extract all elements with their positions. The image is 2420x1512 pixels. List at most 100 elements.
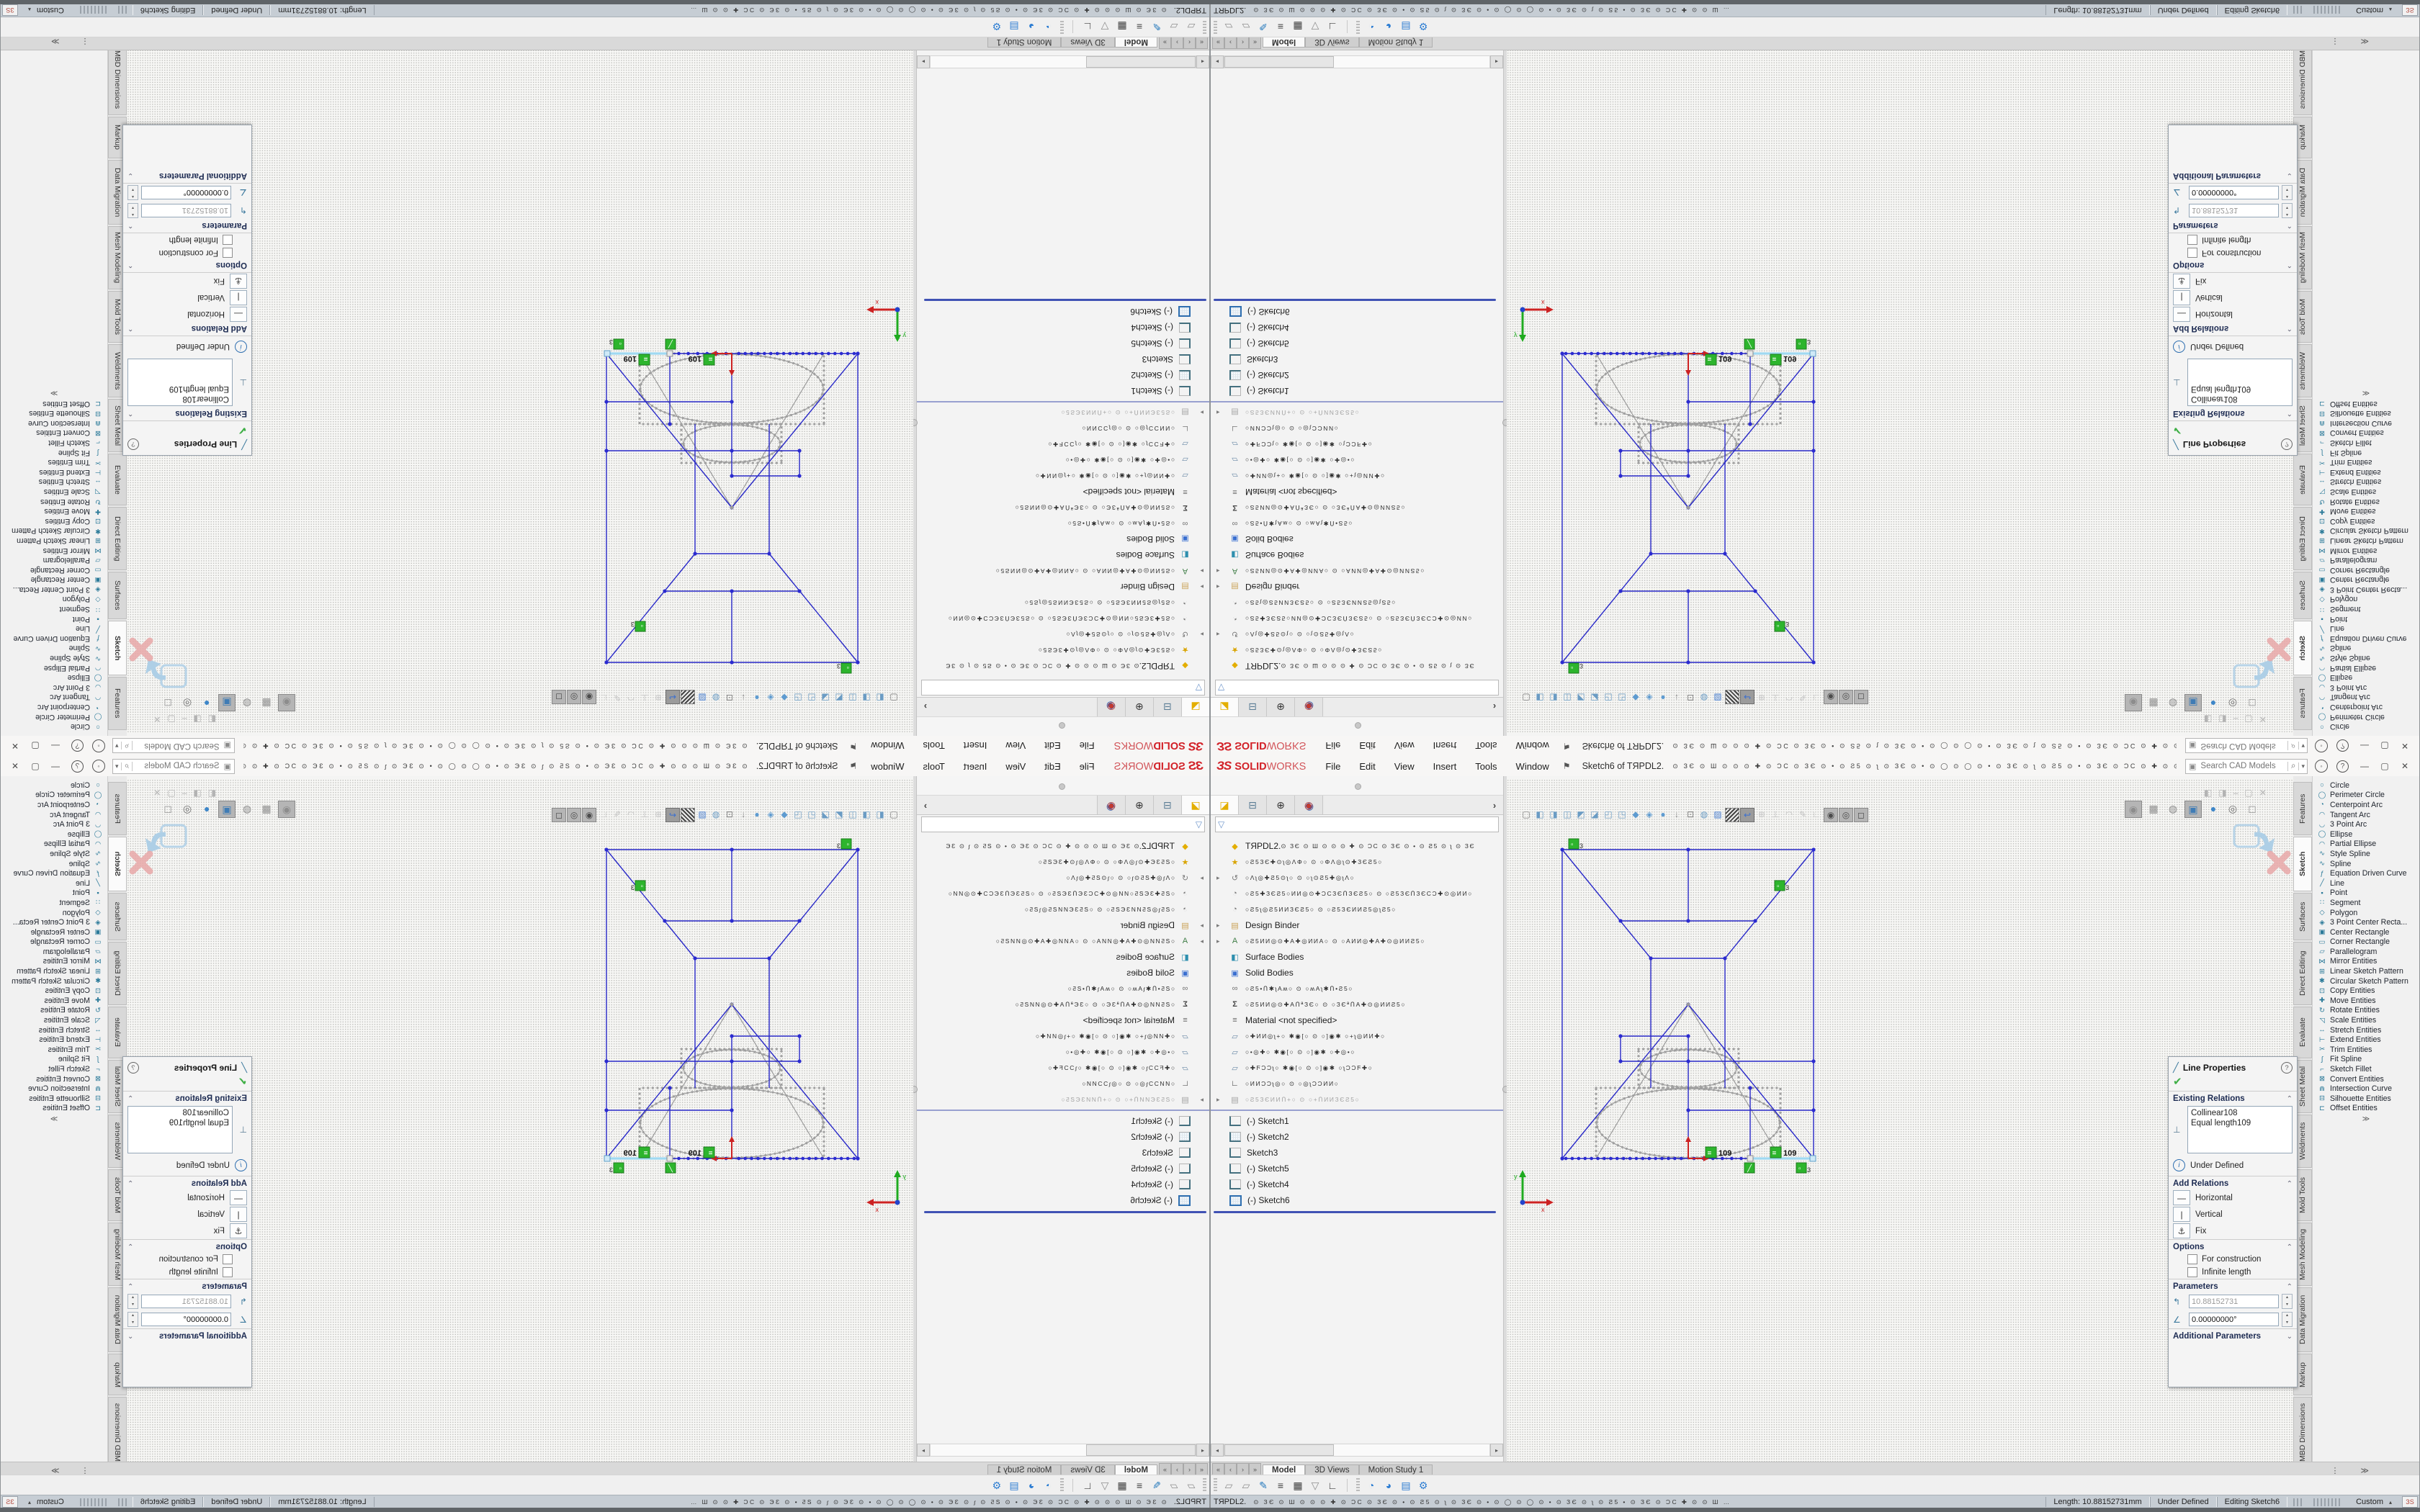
add-relation-horizontal[interactable]: — Horizontal [123,306,251,323]
tool-copy-entities[interactable]: ⊡Copy Entities [2313,986,2419,996]
tool-parallelogram[interactable]: ▱Parallelogram [1,947,107,957]
section-view-icon[interactable]: ▣ [218,801,236,818]
tool-rotate-entities[interactable]: ↻Rotate Entities [1,1006,107,1016]
disabled-tool-icon[interactable]: ◠ [624,808,637,821]
hide-items-icon[interactable]: ◍ [239,801,255,816]
help-icon[interactable]: ? [71,760,84,773]
tree-row-plane[interactable]: ▱○✚ИИ◎ʅ+○ ✱◉[○ ⊙ ○]◉✱ ○+ʅ◎ИИ✚○ [1211,468,1503,484]
tool-mirror-entities[interactable]: ⋈Mirror Entities [2313,546,2419,556]
tool-segment[interactable]: ∷Segment [1,898,107,908]
tool-polygon[interactable]: ◇Polygon [2313,908,2419,918]
collapse-chevron-icon[interactable]: ⌃ [2287,410,2293,418]
tool-tangent-arc[interactable]: ◠Tangent Arc [2313,693,2419,703]
first-tab-icon[interactable]: « [1196,37,1208,49]
add-relation-vertical[interactable]: | Vertical [123,289,251,306]
save-icon[interactable]: ▨ [1711,808,1724,821]
relation-item[interactable]: Equal length109 [2191,1118,2289,1128]
tool-convert-entities[interactable]: ⊠Convert Entities [1,1074,107,1084]
zebra-stripes-icon[interactable] [681,808,695,822]
menu-file[interactable]: File [1316,761,1350,772]
tree-filter-input[interactable]: ▽ [1215,816,1499,832]
eye-tool-icon[interactable]: ◻ [552,690,566,704]
tool-circular-sketch-pattern[interactable]: ✱Circular Sketch Pattern [2313,526,2419,536]
tree-row[interactable]: ▸↺○Λʅ◎✚Ƨ5⊙ʅ○ ⊙ ○ʅ⊙Ƨ5✚◎ʅΛ○ [1211,870,1503,886]
tool-circular-sketch-pattern[interactable]: ✱Circular Sketch Pattern [1,976,107,986]
units-custom-dropdown[interactable]: Custom ▴ [18,1498,74,1506]
corner-ruler-icon[interactable]: ∟ [1079,1477,1096,1493]
tab-direct-editing[interactable]: Direct Editing [108,507,127,570]
tool-scale-entities[interactable]: ◹Scale Entities [1,1015,107,1025]
add-relation-fix[interactable]: ⚓ Fix [2169,273,2297,289]
line-weights-icon[interactable]: ≡ [1272,1477,1289,1493]
graphics-viewport[interactable]: ▫3 ▫3 ╱ ▫3 ≡109 ≡109 y [127,50,913,736]
tree-row-surface-bodies[interactable]: ◧Surface Bodies [1211,949,1503,965]
schedule-check-icon[interactable]: ◔ [1363,19,1380,35]
scrollbar-track[interactable] [930,1444,1196,1457]
child-restore-icon[interactable]: ▢ [167,714,175,724]
view-settings-icon[interactable]: ◉ [278,801,295,818]
world-clock-icon[interactable]: ◕ [1023,19,1040,35]
tree-row[interactable]: Σ○Ƨ5ИИ◎⊙✚АՈªЗЄ○ ⊙ ○ЗЄªՈА✚⊙◎ИИƧ5○ [917,500,1209,516]
tool-line[interactable]: ╱Line [1,878,107,888]
checkbox[interactable] [223,235,233,245]
tool-move-entities[interactable]: ✚Move Entities [1,506,107,516]
units-custom-dropdown[interactable]: Custom ▴ [18,6,74,14]
save-icon[interactable]: ▨ [696,691,709,704]
confirm-ok-arrow-icon[interactable] [2254,832,2275,852]
sheet-icon[interactable]: ▱ [1183,19,1200,35]
child-close-icon[interactable]: ✕ [153,788,161,798]
disabled-tool-icon[interactable]: ⊥ [1769,691,1782,704]
next-tab-icon[interactable]: › [1237,1463,1249,1475]
tree-row-plane[interactable]: ▱○✚ϜƆƆʅ○ ✱◉[○ ⊙ ○]◉✱ ○ʅƆƆϜ✚○ [917,1060,1209,1076]
checkbox-for-construction[interactable]: For construction [123,246,251,259]
tile-left-icon[interactable]: ◧ [2204,714,2212,724]
tab-motion-study-1[interactable]: Motion Study 1 [987,37,1062,48]
tree-row[interactable]: ★○Ƨ5ЗЄ✚⊙ʅ◎ΛΦ○ ⊙ ○ΦΛ◎ʅ⊙✚ЗЄƧ5○ [1211,642,1503,658]
child-restore-icon[interactable]: ▢ [2244,714,2252,724]
tool-trim-entities[interactable]: ✂Trim Entities [1,457,107,467]
undo-icon[interactable]: ↩ [666,690,680,704]
search-icon[interactable]: ⌕ [122,762,133,771]
selected-endpoint[interactable] [667,1156,673,1161]
tab-3d-views[interactable]: 3D Views [1305,37,1358,48]
checkbox-for-construction[interactable]: For construction [123,1253,251,1266]
tree-filter-input[interactable]: ▽ [921,680,1205,696]
search-icon[interactable]: ⌕ [122,742,133,751]
disabled-tool-icon[interactable]: ◠ [1783,808,1796,821]
tree-row[interactable]: ∞○Ƨ5•Ո✱ʅАʍ○ ⊙ ○ʍАʅ✱Ո•Ƨ5○ [1211,981,1503,996]
section-options[interactable]: Options ⌃ [2169,259,2297,273]
tool-line[interactable]: ╱Line [1,624,107,634]
folder-check-icon[interactable]: ▤ [1005,19,1023,35]
fm-tabs-overflow-icon[interactable]: › [1486,796,1503,814]
menu-file[interactable]: File [1316,741,1350,752]
extrude-icon[interactable]: ◧ [1533,808,1546,821]
pencil-icon[interactable]: ✎ [1796,691,1809,704]
close-button[interactable]: ✕ [5,761,25,771]
eye-tool-icon[interactable]: ◉ [582,808,596,822]
pin-menu-icon[interactable]: ⚑ [1563,761,1571,771]
sheet-icon[interactable]: ▱ [1165,1477,1183,1493]
box-face-icon[interactable]: ◩ [833,808,846,821]
tree-row[interactable]: ▸↺○Λʅ◎✚Ƨ5⊙ʅ○ ⊙ ○ʅ⊙Ƨ5✚◎ʅΛ○ [917,626,1209,642]
eye-tool-icon[interactable]: ◻ [1854,690,1868,704]
tool-trim-entities[interactable]: ✂Trim Entities [2313,457,2419,467]
box-face-icon[interactable]: ◨ [1547,808,1560,821]
tool-move-entities[interactable]: ✚Move Entities [1,996,107,1006]
tool-ellipse[interactable]: ◯Ellipse [1,829,107,840]
box-face-icon[interactable]: ◪ [819,808,832,821]
view-settings-icon[interactable]: ◉ [2125,801,2142,818]
eye-tool-icon[interactable]: ◉ [1824,808,1838,822]
expand-arrow-icon[interactable]: ▸ [1200,874,1204,882]
tree-row-annotations[interactable]: ▸A○Ƨ5ИИ◎⊙✚А✚◎ИИА○ ⊙ ○АИИ◎✚А✚⊙◎ИИƧ5○ [1211,563,1503,579]
tree-row-sketch3[interactable]: Sketch3 [1211,1145,1503,1161]
tool-polygon[interactable]: ◇Polygon [2313,595,2419,605]
tool-3-point-arc[interactable]: ◡3 Point Arc [2313,819,2419,829]
tool-partial-ellipse[interactable]: ◠Partial Ellipse [1,663,107,673]
checkbox-infinite-length[interactable]: Infinite length [123,1266,251,1279]
tool-sketch-fillet[interactable]: ⌐Sketch Fillet [2313,438,2419,448]
tool-intersection-curve[interactable]: ⋒Intersection Curve [2313,1084,2419,1094]
zebra-stripes-icon[interactable] [681,690,695,704]
toolbar-grip[interactable] [1060,1478,1064,1493]
add-relation-vertical[interactable]: | Vertical [2169,1206,2297,1223]
tool-circular-sketch-pattern[interactable]: ✱Circular Sketch Pattern [2313,976,2419,986]
